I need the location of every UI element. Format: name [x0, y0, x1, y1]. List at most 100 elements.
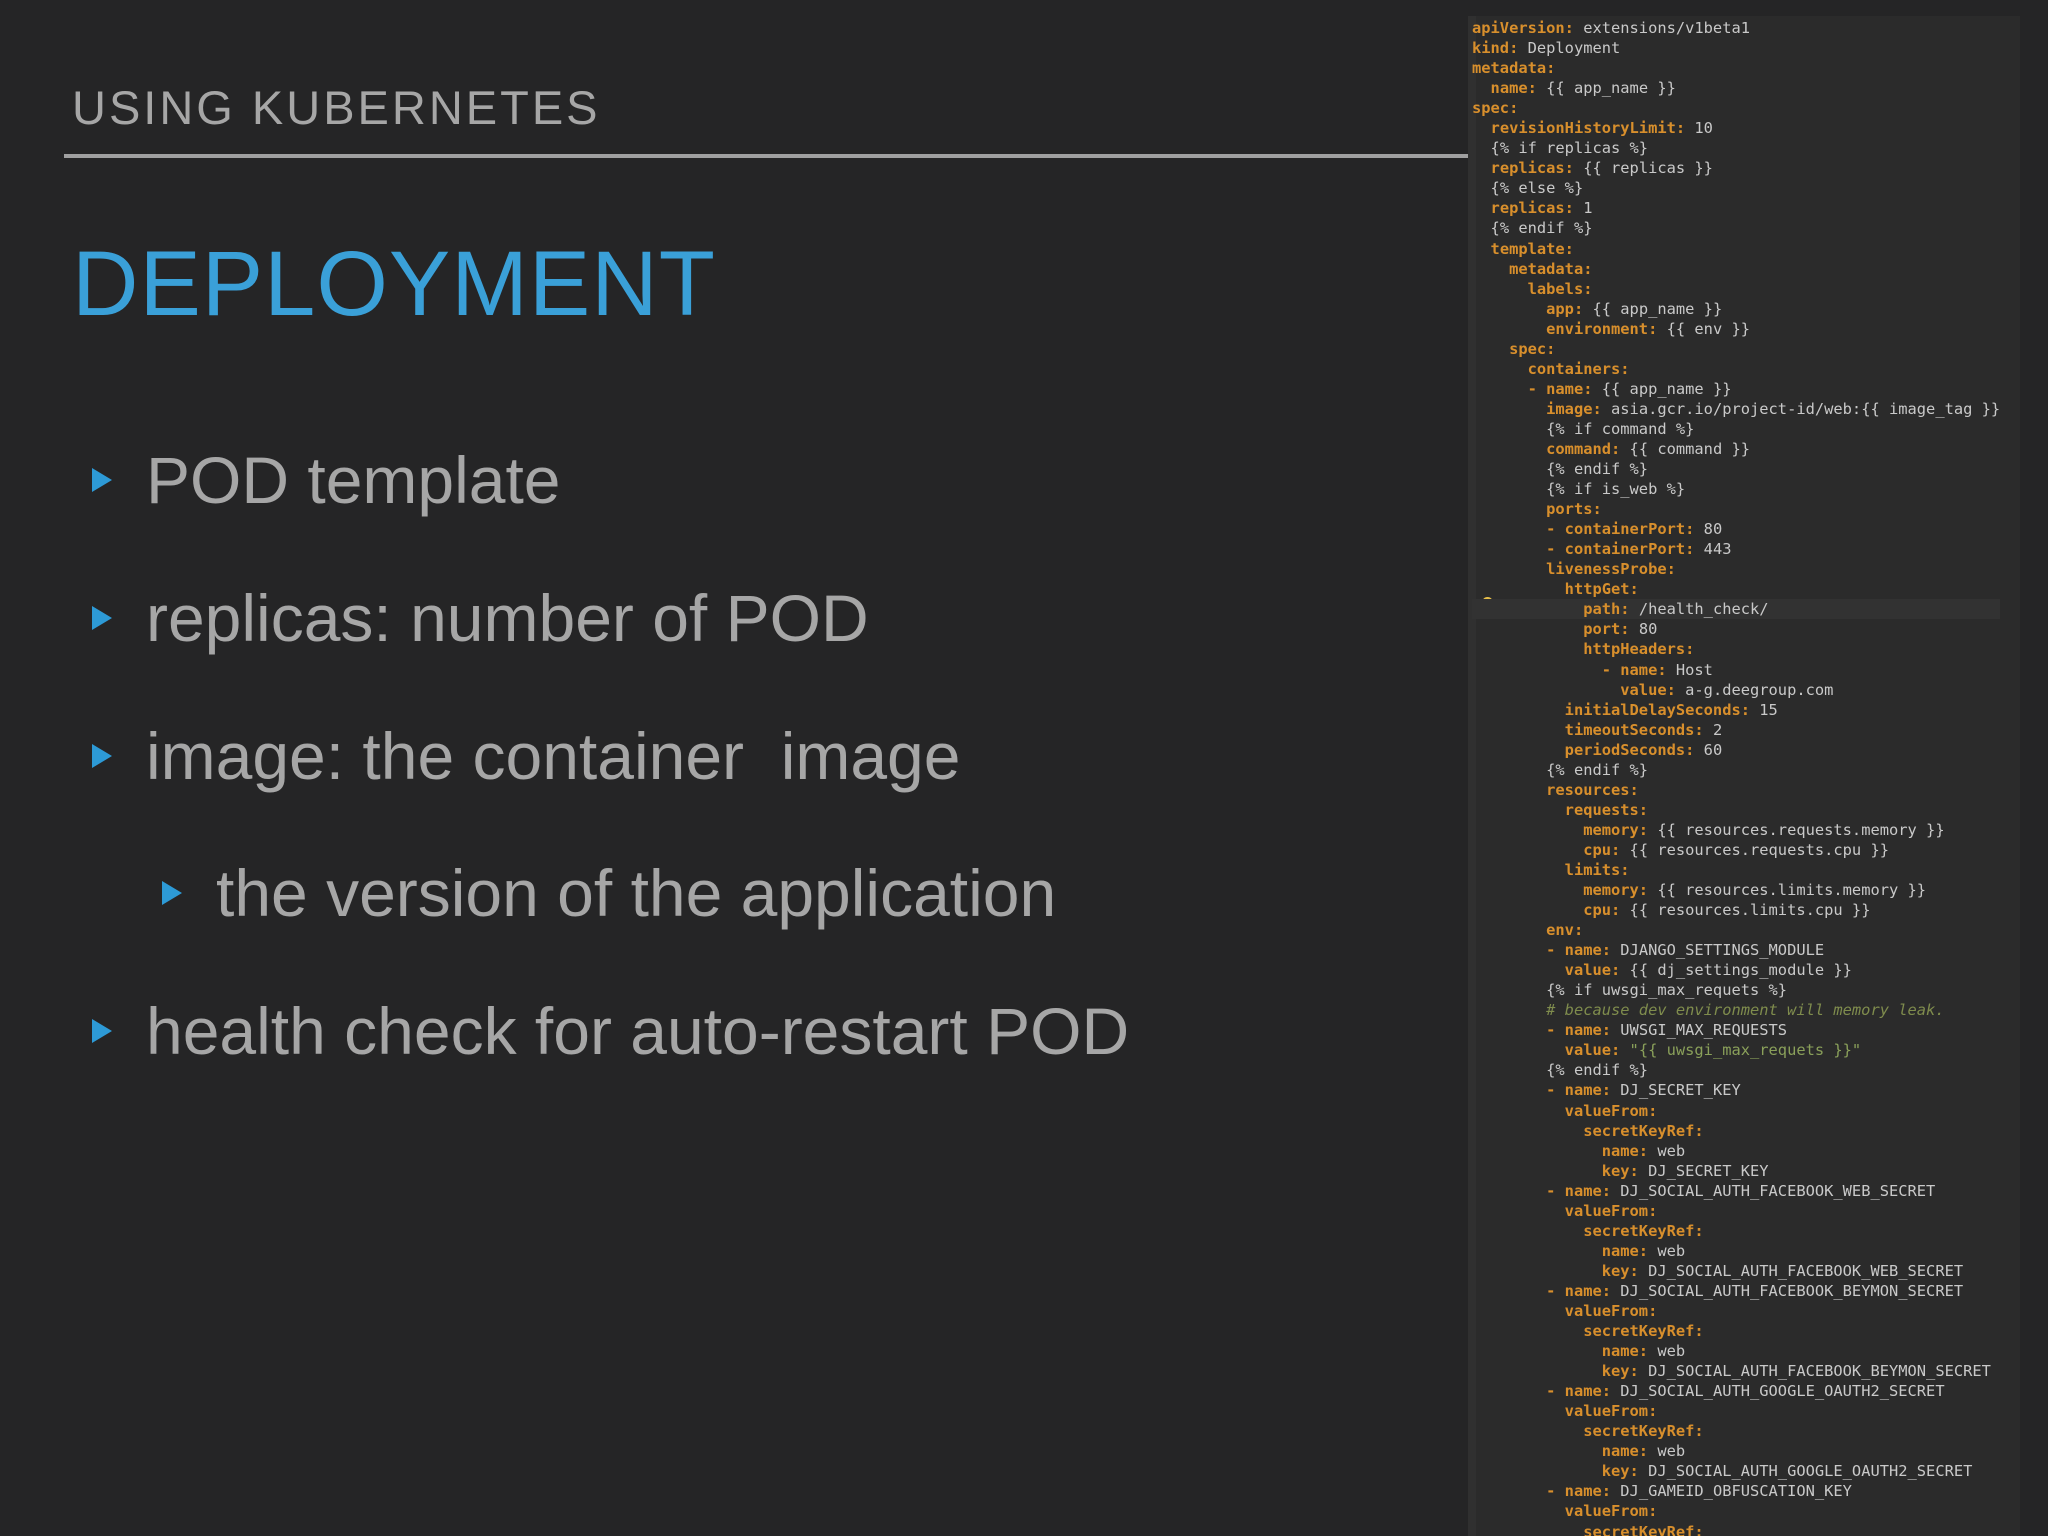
yaml-code[interactable]: apiVersion: extensions/v1beta1 kind: Depl… — [1472, 18, 2001, 1536]
yaml-key: - name: — [1546, 1021, 1612, 1040]
code-line: limits: — [1472, 860, 2000, 880]
yaml-key: template: — [1490, 239, 1574, 258]
yaml-value: extensions/v1beta1 — [1573, 19, 1750, 37]
yaml-value: 10 — [1685, 119, 1713, 138]
yaml-key: memory: — [1583, 881, 1649, 900]
yaml-value: web — [1648, 1141, 1686, 1160]
yaml-key: spec: — [1472, 99, 1519, 118]
yaml-value: DJ_GAMEID_OBFUSCATION_KEY — [1611, 1482, 1852, 1501]
code-line: {% endif %} — [1472, 760, 2000, 780]
bullet-item: image: the container image — [92, 718, 960, 794]
yaml-key: cpu: — [1583, 901, 1621, 920]
yaml-value: web — [1648, 1342, 1686, 1361]
code-editor-panel[interactable]: apiVersion: extensions/v1beta1 kind: Depl… — [1468, 16, 2020, 1536]
code-line: requests: — [1472, 800, 2000, 820]
yaml-key: env: — [1546, 921, 1584, 940]
yaml-value: {{ app_name }} — [1536, 79, 1676, 98]
code-line: httpGet: — [1472, 579, 2000, 599]
yaml-value: asia.gcr.io/project-id/web:{{ image_tag … — [1601, 399, 2001, 418]
code-line: - containerPort: 443 — [1472, 539, 2000, 559]
yaml-value: UWSGI_MAX_REQUESTS — [1611, 1021, 1788, 1040]
yaml-key: valueFrom: — [1564, 1302, 1658, 1320]
yaml-value: {% if replicas %} — [1490, 139, 1649, 158]
code-line: replicas: 1 — [1472, 198, 2000, 218]
bullet-text: health check for auto-restart POD — [146, 994, 1130, 1068]
code-line: livenessProbe: — [1472, 559, 2000, 579]
yaml-value: {% endif %} — [1490, 219, 1593, 238]
yaml-value: Deployment — [1518, 39, 1621, 58]
code-line: - name: DJ_SOCIAL_AUTH_FACEBOOK_WEB_SECR… — [1472, 1181, 2000, 1201]
yaml-value: 2 — [1703, 720, 1723, 739]
code-line: - name: DJ_SECRET_KEY — [1472, 1080, 2000, 1100]
code-line: - name: DJ_SOCIAL_AUTH_GOOGLE_OAUTH2_SEC… — [1472, 1381, 2000, 1401]
yaml-key: key: — [1601, 1362, 1639, 1381]
code-line: command: {{ command }} — [1472, 439, 2000, 459]
code-line: image: asia.gcr.io/project-id/web:{{ ima… — [1472, 399, 2000, 419]
section-title: USING KUBERNETES — [72, 81, 601, 134]
bullet-item: POD template — [92, 442, 561, 518]
yaml-key: replicas: — [1490, 199, 1574, 218]
yaml-key: name: — [1490, 79, 1537, 98]
yaml-key: requests: — [1564, 800, 1649, 819]
yaml-key: periodSeconds: — [1564, 740, 1695, 759]
code-line: port: 80 — [1472, 619, 2000, 639]
yaml-key: - name: — [1601, 660, 1667, 679]
bullet-triangle-icon — [162, 881, 182, 905]
code-line: kind: Deployment — [1472, 38, 2000, 58]
yaml-value: web — [1648, 1442, 1686, 1461]
yaml-key: path: — [1583, 600, 1630, 619]
code-line: {% endif %} — [1472, 1060, 2000, 1080]
yaml-key: ports: — [1546, 500, 1602, 519]
code-line: - containerPort: 80 — [1472, 519, 2000, 539]
yaml-value: {% endif %} — [1546, 1061, 1649, 1080]
code-line: path: /health_check/ — [1472, 599, 2001, 620]
yaml-key: value: — [1620, 680, 1676, 699]
code-line: {% if command %} — [1472, 419, 2000, 439]
code-line: timeoutSeconds: 2 — [1472, 720, 2000, 740]
yaml-value: DJ_SOCIAL_AUTH_GOOGLE_OAUTH2_SECRET — [1611, 1382, 1945, 1401]
bullet-triangle-icon — [92, 606, 112, 630]
yaml-key: key: — [1601, 1261, 1639, 1280]
code-line: name: web — [1472, 1141, 2000, 1161]
code-line: environment: {{ env }} — [1472, 319, 2000, 339]
yaml-value: {% if uwsgi_max_requets %} — [1546, 981, 1788, 1000]
code-line: name: {{ app_name }} — [1472, 78, 2000, 98]
yaml-value: web — [1648, 1241, 1686, 1260]
header-divider — [64, 154, 1468, 158]
code-line: {% else %} — [1472, 178, 2000, 198]
yaml-value: 15 — [1750, 700, 1778, 719]
yaml-value: {{ env }} — [1657, 319, 1751, 338]
code-line: app: {{ app_name }} — [1472, 299, 2000, 319]
yaml-value: {{ resources.requests.cpu }} — [1620, 840, 1889, 859]
yaml-key: cpu: — [1583, 840, 1621, 859]
code-line: ports: — [1472, 499, 2000, 519]
code-line: replicas: {{ replicas }} — [1472, 158, 2000, 178]
code-line: key: DJ_SOCIAL_AUTH_FACEBOOK_WEB_SECRET — [1472, 1261, 2000, 1281]
yaml-value: 80 — [1694, 520, 1723, 539]
code-line: key: DJ_SECRET_KEY — [1472, 1161, 2000, 1181]
yaml-key: secretKeyRef: — [1583, 1221, 1704, 1240]
yaml-string: "{{ uwsgi_max_requets }}" — [1620, 1041, 1862, 1060]
code-line: name: web — [1472, 1241, 2000, 1261]
yaml-value: {{ replicas }} — [1573, 159, 1713, 178]
code-line: {% if uwsgi_max_requets %} — [1472, 980, 2000, 1000]
code-line: - name: UWSGI_MAX_REQUESTS — [1472, 1020, 2000, 1040]
yaml-key: - name: — [1546, 1081, 1612, 1100]
yaml-value: 1 — [1573, 199, 1593, 218]
yaml-key: image: — [1546, 399, 1602, 418]
code-line: labels: — [1472, 279, 2000, 299]
code-line: valueFrom: — [1472, 1301, 2000, 1321]
yaml-key: containers: — [1527, 359, 1630, 378]
code-line: resources: — [1472, 780, 2000, 800]
yaml-key: port: — [1583, 620, 1630, 639]
code-line: cpu: {{ resources.requests.cpu }} — [1472, 840, 2000, 860]
code-line: periodSeconds: 60 — [1472, 740, 2000, 760]
code-line: apiVersion: extensions/v1beta1 — [1472, 18, 2000, 38]
code-line: secretKeyRef: — [1472, 1522, 2000, 1536]
yaml-value: /health_check/ — [1629, 600, 1769, 619]
yaml-key: limits: — [1564, 860, 1630, 879]
bullet-text: replicas: number of POD — [146, 581, 869, 655]
code-line: metadata: — [1472, 58, 2000, 78]
yaml-key: initialDelaySeconds: — [1564, 700, 1750, 719]
yaml-key: - containerPort: — [1546, 520, 1695, 539]
